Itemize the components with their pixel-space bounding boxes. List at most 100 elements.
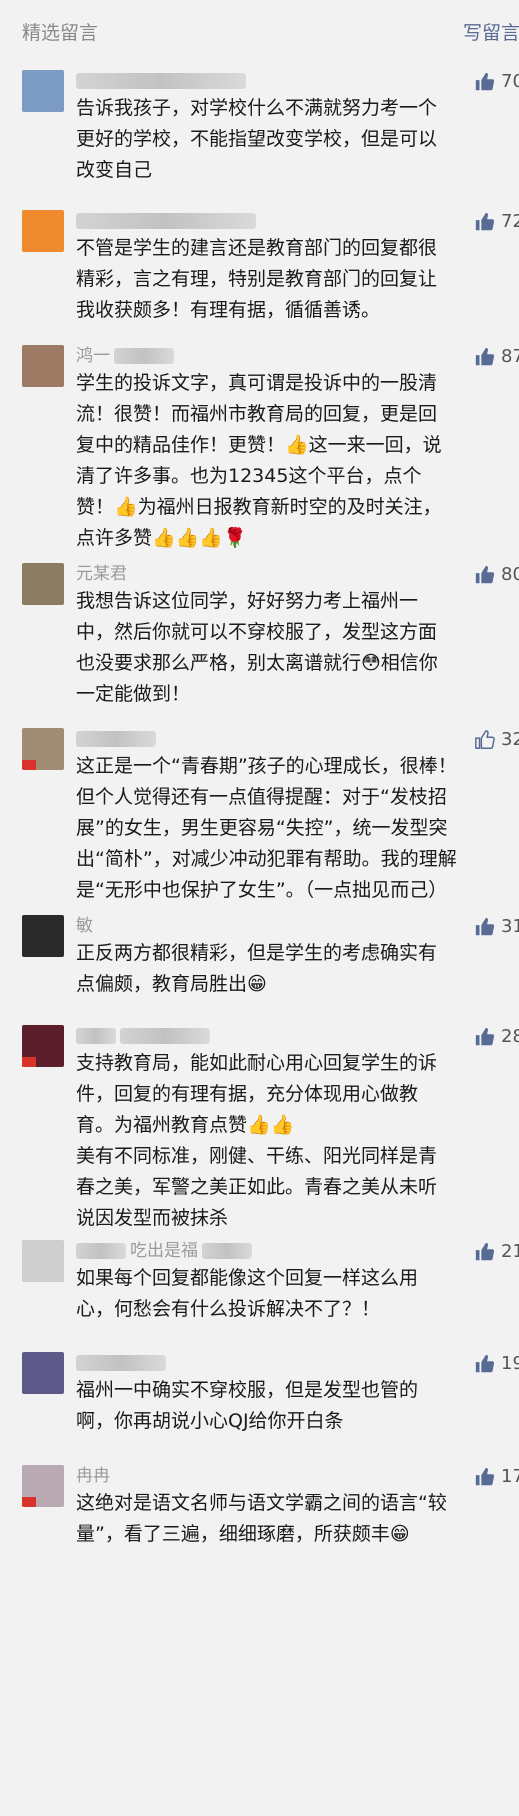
comment-text-line: 件，回复的有理有据，充分体现用心做教 (76, 1083, 419, 1105)
comment-nickname (76, 70, 246, 92)
comment-nickname (76, 1352, 166, 1374)
like-count: 19 (501, 1353, 519, 1374)
write-comment-link[interactable]: 写留言 (463, 18, 519, 45)
nickname-text: 鸿一 (76, 346, 110, 366)
avatar[interactable] (22, 70, 64, 112)
comment-text-line: 中，然后你就可以不穿校服了，发型这方面 (76, 621, 438, 643)
like-button[interactable]: 28 (474, 1025, 519, 1049)
flag-badge-icon (22, 1057, 36, 1067)
like-count: 80 (501, 564, 519, 585)
like-button[interactable]: 70 (474, 70, 519, 94)
comment-text-line: 育。为福州教育点赞👍👍 (76, 1114, 295, 1136)
comment-text-line: 流！很赞！而福州市教育局的回复，更是回 (76, 403, 438, 425)
comment-text-line: 这绝对是语文名师与语文学霸之间的语言“较 (76, 1492, 447, 1514)
comment-nickname: 鸿一 (76, 345, 174, 367)
avatar[interactable] (22, 1352, 64, 1394)
like-button[interactable]: 72 (474, 210, 519, 234)
avatar[interactable] (22, 210, 64, 252)
like-count: 28 (501, 1026, 519, 1047)
comment-text-line: 美有不同标准，刚健、干练、阳光同样是青 (76, 1145, 438, 1167)
avatar[interactable] (22, 563, 64, 605)
like-count: 32 (501, 729, 519, 750)
nickname-redacted (120, 1028, 210, 1044)
comment-text-line: 出“简朴”，对减少冲动犯罪有帮助。我的理解 (76, 848, 457, 870)
avatar[interactable] (22, 915, 64, 957)
comment-text-line: 心，何愁会有什么投诉解决不了？！ (76, 1298, 381, 1320)
comment-text: 如果每个回复都能像这个回复一样这么用 心，何愁会有什么投诉解决不了？！ (76, 1263, 516, 1325)
avatar[interactable] (22, 1240, 64, 1282)
comment-nickname: 元某君 (76, 563, 127, 585)
like-button[interactable]: 32 (474, 728, 519, 752)
comment-text-line: 精彩，言之有理，特别是教育部门的回复让 (76, 268, 438, 290)
nickname-text: 元某君 (76, 564, 127, 584)
like-count: 87 (501, 346, 519, 367)
comment-text-line: 但个人觉得还有一点值得提醒：对于“发枝招 (76, 786, 447, 808)
comment-text: 不管是学生的建言还是教育部门的回复都很 精彩，言之有理，特别是教育部门的回复让 我收… (76, 233, 516, 326)
comment-text-line: 量”，看了三遍，细细琢磨，所获颇丰😁 (76, 1523, 410, 1545)
comment-text-line: 改变自己 (76, 159, 153, 181)
nickname-text: 吃出是福 (130, 1241, 198, 1261)
like-button[interactable]: 19 (474, 1352, 519, 1376)
comment-text-line: 不管是学生的建言还是教育部门的回复都很 (76, 237, 438, 259)
nickname-text: 冉冉 (76, 1466, 110, 1486)
comment-text-line: 点偏颇，教育局胜出😁 (76, 973, 267, 995)
like-count: 31 (501, 916, 519, 937)
nickname-redacted (114, 348, 174, 364)
like-button[interactable]: 17 (474, 1465, 519, 1489)
like-button[interactable]: 87 (474, 345, 519, 369)
thumbs-up-outline-icon (475, 730, 495, 749)
comment-text-line: 我收获颇多！有理有据，循循善诱。 (76, 299, 381, 321)
avatar[interactable] (22, 728, 64, 770)
comment-text-line: 支持教育局，能如此耐心用心回复学生的诉 (76, 1052, 438, 1074)
like-count: 72 (501, 211, 519, 232)
comment-text: 这正是一个“青春期”孩子的心理成长，很棒！ 但个人觉得还有一点值得提醒：对于“发枝… (76, 751, 516, 906)
featured-comments-title: 精选留言 (22, 22, 99, 44)
comment-text: 学生的投诉文字，真可谓是投诉中的一股清 流！很赞！而福州市教育局的回复，更是回 复中… (76, 368, 516, 554)
comment-text-line: 是“无形中也保护了女生”。（一点拙见而己） (76, 879, 448, 901)
avatar[interactable] (22, 1025, 64, 1067)
comment-text-line: 福州一中确实不穿校服，但是发型也管的 (76, 1379, 419, 1401)
comment-text-line: 如果每个回复都能像这个回复一样这么用 (76, 1267, 419, 1289)
comment-text: 支持教育局，能如此耐心用心回复学生的诉 件，回复的有理有据，充分体现用心做教 育。为… (76, 1048, 516, 1234)
comment-text-line: 春之美，军警之美正如此。青春之美从未听 (76, 1176, 438, 1198)
thumbs-up-filled-icon (475, 212, 495, 231)
thumbs-up-filled-icon (475, 1467, 495, 1486)
nickname-redacted (76, 1243, 126, 1259)
thumbs-up-filled-icon (475, 917, 495, 936)
like-button[interactable]: 80 (474, 563, 519, 587)
thumbs-up-filled-icon (475, 1242, 495, 1261)
nickname-redacted (76, 213, 256, 229)
flag-badge-icon (22, 1497, 36, 1507)
comment-nickname (76, 210, 256, 232)
comment-text-line: 赞！👍为福州日报教育新时空的及时关注， (76, 496, 442, 518)
comment-nickname: 敏 (76, 915, 93, 937)
comment-text-line: 展”的女生，男生更容易“失控”，统一发型突 (76, 817, 448, 839)
thumbs-up-filled-icon (475, 1354, 495, 1373)
comment-text: 正反两方都很精彩，但是学生的考虑确实有 点偏颇，教育局胜出😁 (76, 938, 516, 1000)
nickname-redacted (76, 731, 156, 747)
comment-text-line: 这正是一个“青春期”孩子的心理成长，很棒！ (76, 755, 457, 777)
comment-nickname: 吃出是福 (76, 1240, 252, 1262)
like-button[interactable]: 31 (474, 915, 519, 939)
comment-text-line: 清了许多事。也为12345这个平台，点个 (76, 465, 422, 487)
comment-text-line: 告诉我孩子，对学校什么不满就努力考一个 (76, 97, 438, 119)
comment-text-line: 我想告诉这位同学，好好努力考上福州一 (76, 590, 419, 612)
comment-text-line: 也没要求那么严格，别太离谱就行😳相信你 (76, 652, 438, 674)
comment-text-line: 啊，你再胡说小心QJ给你开白条 (76, 1410, 344, 1432)
thumbs-up-filled-icon (475, 72, 495, 91)
avatar[interactable] (22, 1465, 64, 1507)
like-count: 70 (501, 71, 519, 92)
avatar[interactable] (22, 345, 64, 387)
comment-nickname: 冉冉 (76, 1465, 110, 1487)
comment-text-line: 说因发型而被抹杀 (76, 1207, 229, 1229)
comment-text-line: 复中的精品佳作！更赞！👍这一来一回，说 (76, 434, 442, 456)
comment-text-line: 一定能做到！ (76, 683, 191, 705)
comment-nickname (76, 728, 156, 750)
comment-text-line: 更好的学校，不能指望改变学校，但是可以 (76, 128, 438, 150)
nickname-redacted (202, 1243, 252, 1259)
nickname-redacted (76, 1355, 166, 1371)
like-button[interactable]: 21 (474, 1240, 519, 1264)
nickname-redacted (76, 73, 246, 89)
like-count: 17 (501, 1466, 519, 1487)
comment-text-line: 正反两方都很精彩，但是学生的考虑确实有 (76, 942, 438, 964)
